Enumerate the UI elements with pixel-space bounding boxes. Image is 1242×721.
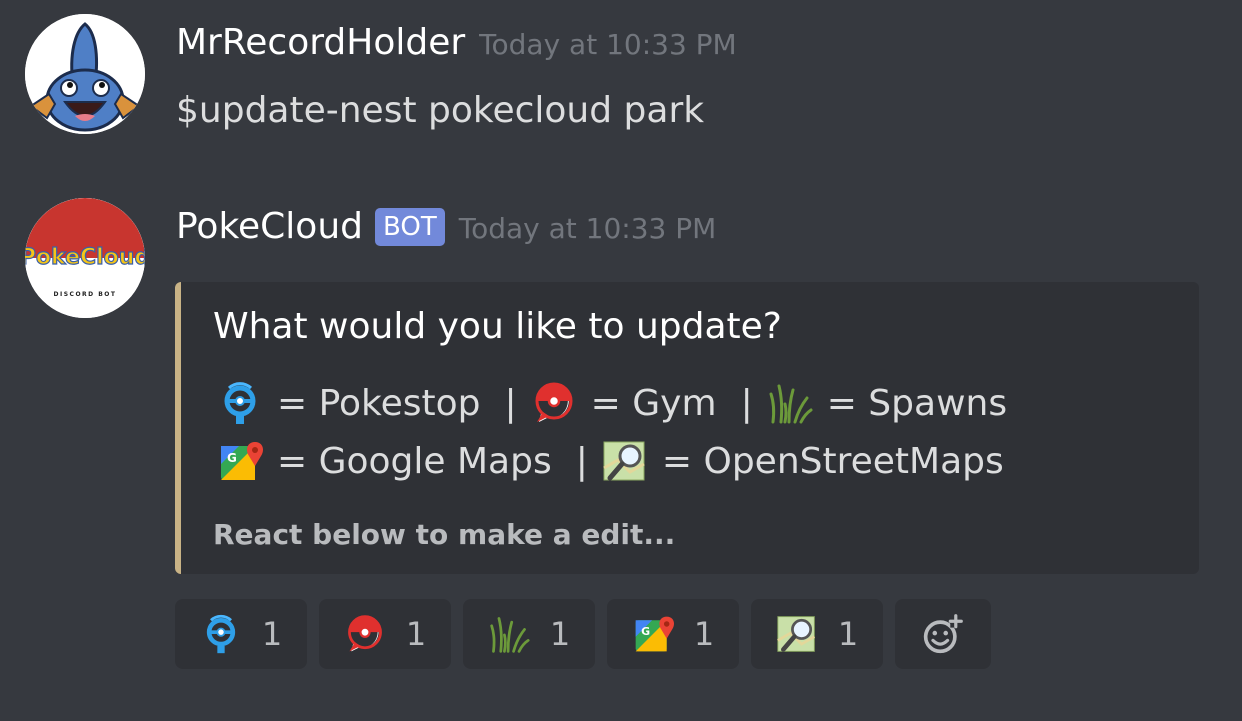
avatar[interactable]: PokeCloud DISCORD BOT [25,198,145,318]
reaction-spawns[interactable]: 1 [463,599,595,669]
avatar[interactable] [25,14,145,134]
reaction-count: 1 [693,615,715,653]
reaction-count: 1 [261,615,283,653]
svg-text:PokeCloud: PokeCloud [25,245,145,270]
openstreetmaps-label: = OpenStreetMaps [661,440,1004,482]
spawns-label: = Spawns [826,382,1008,424]
add-reaction-button[interactable] [895,599,991,669]
separator: | [740,382,753,424]
reaction-count: 1 [837,615,859,653]
username[interactable]: PokeCloud [176,206,363,247]
openstreetmap-icon [602,438,648,484]
reaction-count: 1 [549,615,571,653]
embed-line-2: G = Google Maps | = OpenStreetMaps [217,438,1014,484]
embed-line-1: = Pokestop | = Gym | = Spawns [217,380,1017,426]
mudkip-avatar-icon [25,14,145,134]
pokestop-icon [200,613,242,655]
separator: | [504,382,517,424]
add-reaction-icon [922,613,964,655]
reaction-openstreetmap[interactable]: 1 [751,599,883,669]
pokecloud-logo-icon: PokeCloud DISCORD BOT [25,198,145,318]
embed: What would you like to update? = Pokesto… [175,282,1199,574]
reaction-pokestop[interactable]: 1 [175,599,307,669]
svg-text:DISCORD BOT: DISCORD BOT [54,291,117,298]
grass-icon [767,380,813,426]
timestamp: Today at 10:33 PM [458,212,717,245]
reaction-google-maps[interactable]: G 1 [607,599,739,669]
pokestop-icon [217,380,263,426]
gym-label: = Gym [590,382,717,424]
svg-text:G: G [227,451,237,465]
gym-icon [531,380,577,426]
google-maps-label: = Google Maps [277,440,552,482]
username[interactable]: MrRecordHolder [176,22,465,63]
gym-icon [344,613,386,655]
svg-text:G: G [641,625,650,638]
google-maps-icon: G [632,613,674,655]
reaction-gym[interactable]: 1 [319,599,451,669]
grass-icon [488,613,530,655]
reaction-count: 1 [405,615,427,653]
timestamp: Today at 10:33 PM [479,28,737,61]
embed-title: What would you like to update? [213,306,782,347]
embed-footer: React below to make a edit... [213,518,676,551]
google-maps-icon: G [217,438,263,484]
openstreetmap-icon [776,613,818,655]
pokestop-label: = Pokestop [277,382,481,424]
message-content: $update-nest pokecloud park [176,90,705,131]
separator: | [575,440,588,482]
reactions-bar: 1 1 1 G 1 1 [175,599,1003,669]
bot-tag: BOT [375,207,445,246]
